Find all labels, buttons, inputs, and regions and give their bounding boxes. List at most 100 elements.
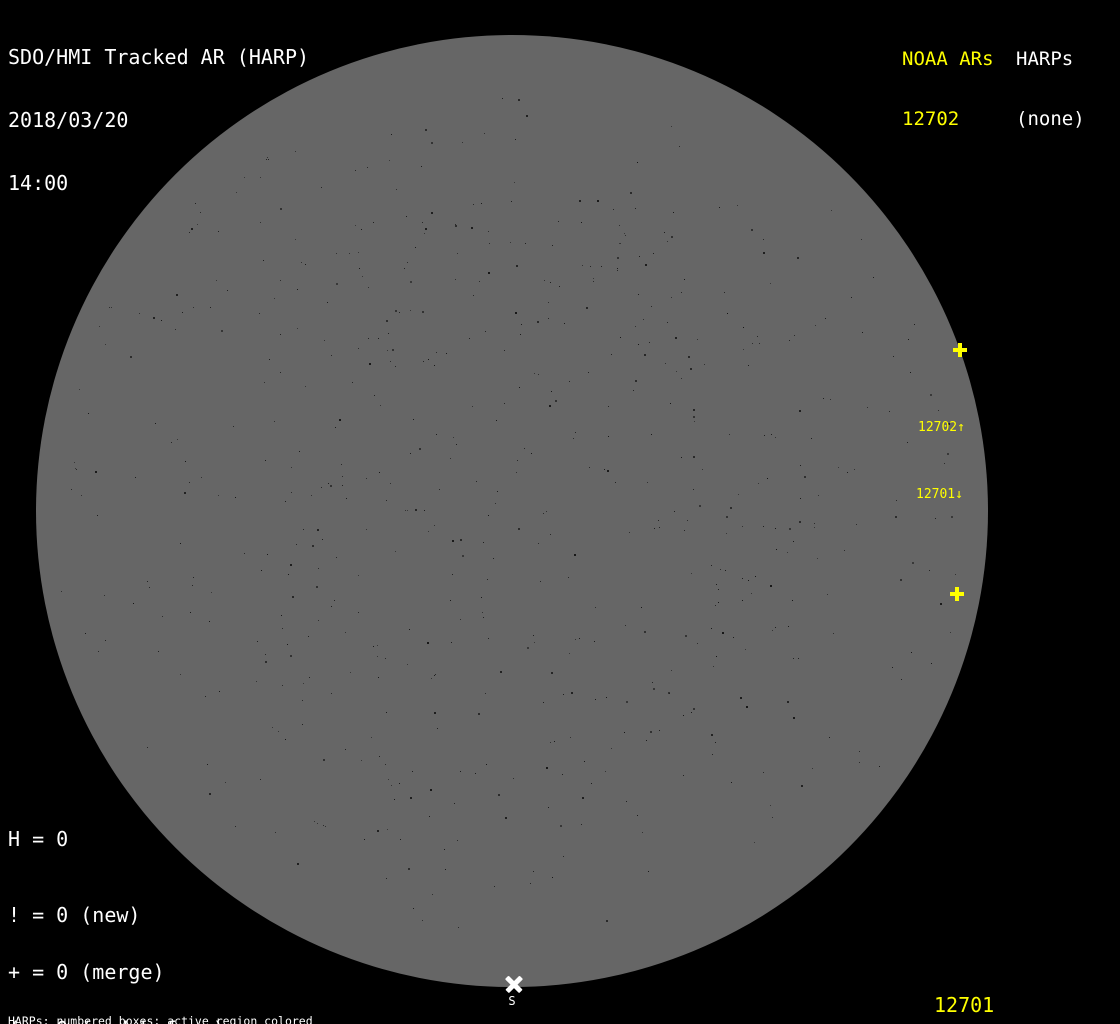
magnetogram-speckle (619, 225, 620, 226)
magnetogram-speckle (458, 927, 459, 928)
magnetogram-speckle (323, 759, 325, 761)
magnetogram-speckle (358, 348, 359, 349)
magnetogram-speckle (537, 321, 539, 323)
magnetogram-speckle (312, 545, 314, 547)
magnetogram-speckle (439, 489, 440, 490)
magnetogram-speckle (859, 762, 860, 763)
magnetogram-speckle (483, 617, 484, 618)
magnetogram-speckle (391, 134, 392, 135)
magnetogram-speckle (207, 764, 208, 765)
magnetogram-speckle (209, 793, 211, 795)
magnetogram-speckle (221, 330, 223, 332)
magnetogram-speckle (395, 551, 396, 552)
magnetogram-speckle (190, 612, 191, 613)
magnetogram-speckle (716, 656, 717, 657)
magnetogram-speckle (520, 334, 521, 335)
magnetogram-speckle (929, 570, 930, 571)
magnetogram-speckle (488, 515, 489, 516)
magnetogram-speckle (516, 265, 518, 267)
magnetogram-speckle (434, 712, 436, 714)
magnetogram-speckle (399, 783, 400, 784)
magnetogram-speckle (862, 332, 863, 333)
magnetogram-speckle (617, 268, 618, 269)
magnetogram-speckle (629, 532, 630, 533)
magnetogram-speckle (394, 799, 395, 800)
noaa-ars-value: 12702 (902, 108, 960, 130)
magnetogram-speckle (611, 748, 612, 749)
magnetogram-speckle (711, 734, 713, 736)
magnetogram-speckle (513, 778, 514, 779)
magnetogram-speckle (651, 306, 652, 307)
magnetogram-speckle (422, 222, 423, 223)
magnetogram-speckle (589, 467, 590, 468)
magnetogram-speckle (593, 278, 594, 279)
magnetogram-speckle (687, 520, 688, 521)
magnetogram-speckle (856, 524, 857, 525)
magnetogram-speckle (630, 192, 632, 194)
magnetogram-speckle (772, 630, 773, 631)
magnetogram-speckle (485, 693, 486, 694)
magnetogram-speckle (368, 287, 369, 288)
magnetogram-speckle (457, 253, 458, 254)
magnetogram-speckle (364, 839, 365, 840)
magnetogram-speckle (434, 525, 435, 526)
magnetogram-speckle (764, 435, 765, 436)
magnetogram-speckle (265, 654, 266, 655)
magnetogram-speckle (335, 427, 336, 428)
magnetogram-speckle (434, 675, 435, 676)
magnetogram-speckle (473, 204, 474, 205)
magnetogram-speckle (162, 616, 163, 617)
magnetogram-speckle (386, 500, 387, 501)
magnetogram-speckle (551, 391, 552, 392)
magnetogram-speckle (476, 481, 477, 482)
magnetogram-speckle (560, 825, 562, 827)
magnetogram-speckle (288, 574, 289, 575)
magnetogram-speckle (635, 380, 637, 382)
magnetogram-speckle (287, 644, 288, 645)
magnetogram-speckle (205, 696, 206, 697)
magnetogram-speckle (358, 252, 359, 253)
magnetogram-speckle (472, 406, 473, 407)
magnetogram-speckle (455, 224, 456, 225)
magnetogram-speckle (549, 405, 551, 407)
magnetogram-speckle (827, 594, 828, 595)
magnetogram-speckle (573, 438, 574, 439)
magnetogram-speckle (421, 166, 422, 167)
magnetogram-speckle (515, 139, 516, 140)
magnetogram-speckle (652, 682, 653, 683)
magnetogram-speckle (601, 266, 602, 267)
magnetogram-speckle (263, 260, 264, 261)
magnetogram-speckle (763, 772, 764, 773)
title-block: SDO/HMI Tracked AR (HARP) 2018/03/20 14:… (8, 5, 309, 236)
magnetogram-speckle (746, 706, 748, 708)
magnetogram-speckle (814, 523, 815, 524)
magnetogram-speckle (733, 637, 734, 638)
magnetogram-speckle (219, 691, 220, 692)
magnetogram-speckle (428, 359, 429, 360)
magnetogram-speckle (667, 241, 668, 242)
magnetogram-speckle (671, 670, 672, 671)
magnetogram-speckle (260, 779, 261, 780)
magnetogram-speckle (711, 565, 712, 566)
magnetogram-speckle (336, 557, 337, 558)
magnetogram-speckle (699, 505, 701, 507)
magnetogram-speckle (391, 785, 392, 786)
magnetogram-speckle (844, 550, 845, 551)
magnetogram-speckle (908, 339, 909, 340)
magnetogram-speckle (534, 642, 535, 643)
magnetogram-speckle (494, 886, 495, 887)
magnetogram-speckle (569, 653, 570, 654)
magnetogram-speckle (770, 283, 771, 284)
magnetogram-speckle (479, 281, 480, 282)
magnetogram-speckle (608, 436, 609, 437)
magnetogram-speckle (318, 568, 319, 569)
magnetogram-speckle (586, 307, 588, 309)
magnetogram-speckle (569, 381, 570, 382)
magnetogram-speckle (683, 775, 684, 776)
magnetogram-speckle (617, 270, 618, 271)
magnetogram-speckle (533, 635, 534, 636)
magnetogram-speckle (559, 286, 560, 287)
magnetogram-speckle (452, 574, 453, 575)
magnetogram-speckle (812, 768, 813, 769)
magnetogram-speckle (895, 516, 897, 518)
